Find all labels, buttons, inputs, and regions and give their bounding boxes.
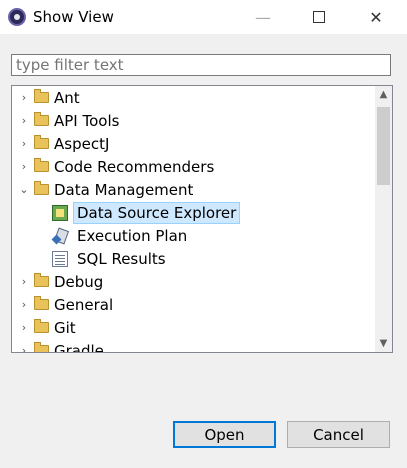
tree-item-label: Data Management — [54, 180, 194, 199]
maximize-button[interactable] — [296, 0, 342, 34]
tree-item-label: Code Recommenders — [54, 157, 215, 176]
folder-icon — [34, 158, 49, 172]
window-title: Show View — [33, 8, 114, 26]
tree-item-label: API Tools — [54, 111, 120, 130]
close-button[interactable]: ✕ — [353, 0, 399, 34]
expanded-arrow-icon[interactable]: ⌄ — [18, 183, 30, 196]
folder-icon — [34, 296, 49, 310]
title-bar: Show View — ✕ — [0, 0, 407, 34]
tree-folder-row[interactable]: › AspectJ — [18, 132, 110, 155]
tree-view-row[interactable]: SQL Results — [52, 247, 170, 270]
collapsed-arrow-icon[interactable]: › — [18, 160, 30, 173]
execution-plan-icon — [52, 228, 68, 244]
minimize-icon: — — [255, 7, 271, 27]
maximize-icon — [313, 11, 325, 23]
tree-item-label: SQL Results — [77, 249, 166, 268]
collapsed-arrow-icon[interactable]: › — [18, 91, 30, 104]
tree-folder-row[interactable]: › Code Recommenders — [18, 155, 214, 178]
tree-folder-row[interactable]: › Git — [18, 316, 76, 339]
tree-folder-row[interactable]: ⌄ Data Management — [18, 178, 193, 201]
folder-icon — [34, 135, 49, 149]
tree-item-label: Execution Plan — [77, 226, 188, 245]
tree-item-label: AspectJ — [54, 134, 110, 153]
folder-icon — [34, 89, 49, 103]
tree-folder-row[interactable]: › Ant — [18, 86, 80, 109]
sql-results-icon — [52, 250, 68, 267]
scroll-down-button[interactable]: ▼ — [375, 335, 392, 352]
tree-item-label: Debug — [54, 272, 104, 291]
folder-icon — [34, 342, 49, 352]
tree-item-label: General — [54, 295, 114, 314]
folder-icon — [34, 181, 49, 195]
minimize-button[interactable]: — — [240, 0, 286, 34]
close-icon: ✕ — [369, 7, 383, 27]
collapsed-arrow-icon[interactable]: › — [18, 344, 30, 352]
filter-input[interactable] — [11, 54, 391, 76]
folder-icon — [34, 319, 49, 333]
scroll-up-button[interactable]: ▲ — [375, 86, 392, 103]
tree-folder-row[interactable]: › Debug — [18, 270, 104, 293]
vertical-scrollbar[interactable]: ▲ ▼ — [375, 86, 392, 352]
scrollbar-thumb[interactable] — [377, 107, 390, 185]
collapsed-arrow-icon[interactable]: › — [18, 137, 30, 150]
collapsed-arrow-icon[interactable]: › — [18, 275, 30, 288]
collapsed-arrow-icon[interactable]: › — [18, 321, 30, 334]
folder-icon — [34, 112, 49, 126]
collapsed-arrow-icon[interactable]: › — [18, 114, 30, 127]
tree-folder-row[interactable]: › API Tools — [18, 109, 120, 132]
tree-item-label: Data Source Explorer — [73, 201, 241, 224]
cancel-button[interactable]: Cancel — [287, 421, 390, 448]
tree-view-row[interactable]: Execution Plan — [52, 224, 191, 247]
data-source-explorer-icon — [52, 204, 68, 221]
tree-item-label: Git — [54, 318, 76, 337]
tree-folder-row[interactable]: › Gradle — [18, 339, 104, 353]
collapsed-arrow-icon[interactable]: › — [18, 298, 30, 311]
tree-item-label: Gradle — [54, 341, 104, 353]
view-tree[interactable]: › Ant › API Tools › AspectJ › Code Recommenders… — [11, 85, 393, 353]
tree-folder-row[interactable]: › General — [18, 293, 113, 316]
eclipse-app-icon — [8, 8, 26, 26]
tree-item-label: Ant — [54, 88, 80, 107]
folder-icon — [34, 273, 49, 287]
tree-view-row[interactable]: Data Source Explorer — [52, 201, 241, 224]
open-button[interactable]: Open — [173, 421, 276, 448]
